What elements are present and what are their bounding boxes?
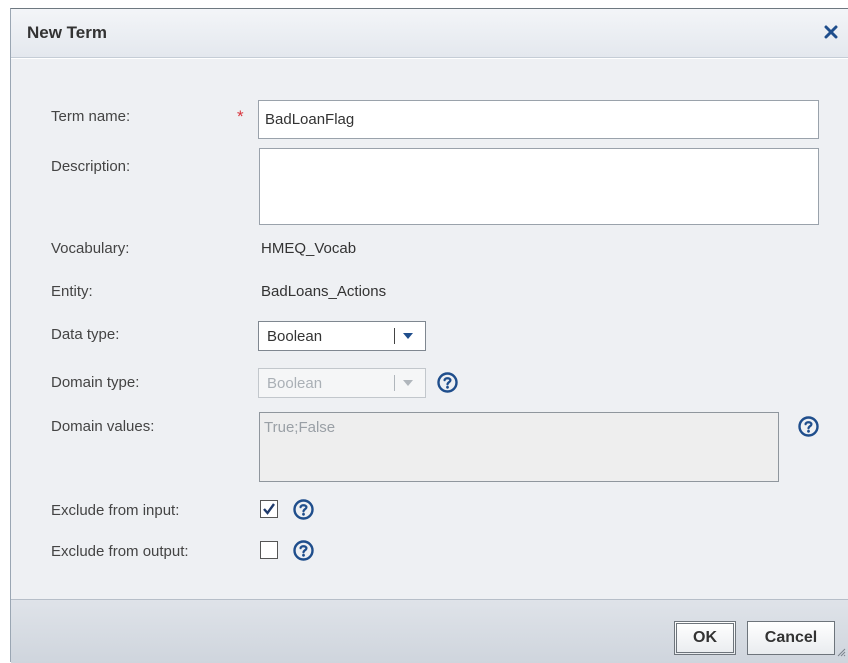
domain-values-label: Domain values: xyxy=(51,418,155,435)
help-icon xyxy=(292,539,314,561)
required-marker: * xyxy=(237,107,244,126)
cancel-button[interactable]: Cancel xyxy=(747,621,835,655)
select-separator xyxy=(394,328,395,344)
description-label: Description: xyxy=(51,158,131,175)
exclude-input-help-button[interactable] xyxy=(292,498,314,520)
term-name-label: Term name: xyxy=(51,108,131,125)
checkmark-icon xyxy=(263,503,275,515)
help-icon xyxy=(436,371,458,393)
resize-grip-icon[interactable] xyxy=(836,644,846,661)
chevron-down-icon xyxy=(403,332,425,340)
chevron-down-icon xyxy=(403,379,425,387)
data-type-label: Data type: xyxy=(51,326,120,343)
domain-values-field: True;False xyxy=(259,412,779,482)
ok-button[interactable]: OK xyxy=(674,621,736,655)
exclude-output-label: Exclude from output: xyxy=(51,543,189,560)
description-input[interactable] xyxy=(259,148,819,225)
domain-values-help-button[interactable] xyxy=(797,415,819,437)
new-term-dialog: New Term Term name: * Description: Vocab… xyxy=(10,8,848,663)
help-icon xyxy=(292,498,314,520)
domain-type-select: Boolean xyxy=(258,368,426,398)
data-type-select[interactable]: Boolean xyxy=(258,321,426,351)
entity-label: Entity: xyxy=(51,283,93,300)
select-separator xyxy=(394,375,395,391)
domain-type-help-button[interactable] xyxy=(436,371,458,393)
domain-type-label: Domain type: xyxy=(51,374,140,391)
close-icon xyxy=(824,25,838,39)
close-button[interactable] xyxy=(818,19,844,45)
exclude-output-help-button[interactable] xyxy=(292,539,314,561)
entity-value: BadLoans_Actions xyxy=(261,283,387,300)
dialog-body: Term name: * Description: Vocabulary: HM… xyxy=(11,59,848,599)
data-type-selected: Boolean xyxy=(267,327,323,345)
exclude-input-checkbox[interactable] xyxy=(260,500,278,518)
exclude-output-checkbox[interactable] xyxy=(260,541,278,559)
help-icon xyxy=(797,415,819,437)
dialog-title: New Term xyxy=(27,23,107,42)
exclude-input-label: Exclude from input: xyxy=(51,502,180,519)
domain-type-selected: Boolean xyxy=(267,374,323,392)
vocabulary-value: HMEQ_Vocab xyxy=(261,240,357,257)
dialog-title-bar[interactable]: New Term xyxy=(11,9,848,58)
vocabulary-label: Vocabulary: xyxy=(51,240,130,257)
term-name-input[interactable] xyxy=(258,100,819,139)
dialog-footer: OK Cancel xyxy=(11,599,848,663)
